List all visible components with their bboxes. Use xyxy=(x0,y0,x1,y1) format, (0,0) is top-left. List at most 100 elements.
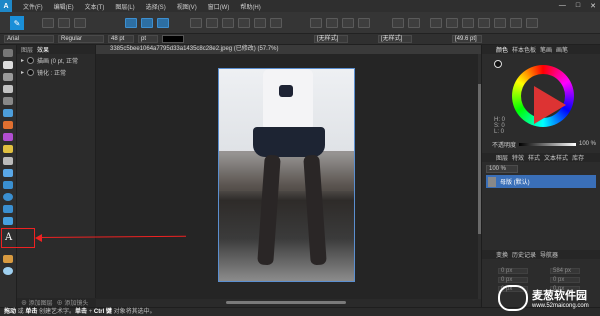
tab-stock[interactable]: 库存 xyxy=(572,153,584,162)
mask-icon[interactable] xyxy=(510,18,522,28)
menu-file[interactable]: 文件(F) xyxy=(23,2,43,11)
horizontal-scrollbar[interactable] xyxy=(96,299,481,307)
rounded-rect-tool-icon[interactable] xyxy=(3,205,13,213)
crop-tool-icon[interactable] xyxy=(3,169,13,177)
tab-styles[interactable]: 样式 xyxy=(528,153,540,162)
corner-tool-icon[interactable] xyxy=(3,73,13,81)
boolean-subtract-icon[interactable] xyxy=(326,18,338,28)
view-icon[interactable] xyxy=(58,18,70,28)
move-tool-icon[interactable] xyxy=(3,49,13,57)
tab-brushes[interactable]: 画笔 xyxy=(556,45,568,54)
tab-text-styles[interactable]: 文本样式 xyxy=(544,153,568,162)
tab-fx[interactable]: 特效 xyxy=(512,153,524,162)
node-tool-icon[interactable] xyxy=(3,61,13,69)
boolean-intersect-icon[interactable] xyxy=(342,18,354,28)
text-style-select[interactable]: [无样式] xyxy=(314,35,348,43)
leading-field[interactable]: [49.6 pt] xyxy=(452,35,482,43)
transparency-tool-icon[interactable] xyxy=(3,145,13,153)
fill-stroke-swatch[interactable] xyxy=(494,60,502,68)
status-drag: 拖动 xyxy=(4,309,17,315)
menu-select[interactable]: 选择(S) xyxy=(146,2,166,11)
snap-icon[interactable] xyxy=(157,18,169,28)
boolean-icon[interactable] xyxy=(190,18,202,28)
flip-icon[interactable] xyxy=(222,18,234,28)
menu-layer[interactable]: 图层(L) xyxy=(115,2,134,11)
font-family-select[interactable]: Arial xyxy=(4,35,54,43)
transform-w-field[interactable]: 584 px xyxy=(550,268,580,274)
add-layer-button[interactable]: ⊕ 添加图层 xyxy=(21,298,53,307)
canvas-area[interactable] xyxy=(96,54,481,307)
tab-stroke[interactable]: 笔画 xyxy=(540,45,552,54)
magnet-icon[interactable] xyxy=(408,18,420,28)
photo-bow xyxy=(279,85,293,97)
font-style-select[interactable]: Regular xyxy=(58,35,104,43)
menu-help[interactable]: 帮助(H) xyxy=(240,2,260,11)
unit-select[interactable]: pt xyxy=(138,35,158,43)
distribute-icon[interactable] xyxy=(270,18,282,28)
fill-tool-icon[interactable] xyxy=(3,121,13,129)
tab-swatches[interactable]: 样本色板 xyxy=(512,45,536,54)
boolean-add-icon[interactable] xyxy=(310,18,322,28)
tab-transform[interactable]: 变换 xyxy=(496,250,508,259)
tab-layers[interactable]: 图层 xyxy=(21,45,33,54)
add-lens-button[interactable]: ⊕ 添加镜头 xyxy=(57,298,89,307)
watermark-url: www.52maicong.com xyxy=(532,303,589,309)
snapping-icon[interactable] xyxy=(392,18,404,28)
menu-view[interactable]: 视图(V) xyxy=(177,2,197,11)
close-button[interactable]: ✕ xyxy=(590,2,596,10)
transform-x-field[interactable]: 0 px xyxy=(498,268,528,274)
hand-tool-icon[interactable] xyxy=(3,255,13,263)
menu-edit[interactable]: 编辑(E) xyxy=(54,2,74,11)
minimize-button[interactable]: — xyxy=(559,2,566,10)
fill-swatch[interactable] xyxy=(162,35,184,43)
align-icon[interactable] xyxy=(125,18,137,28)
designer-persona-icon[interactable]: ✎ xyxy=(10,16,24,30)
pixel-icon[interactable] xyxy=(494,18,506,28)
more-icon[interactable] xyxy=(526,18,538,28)
expand-icon[interactable]: ▸ xyxy=(21,57,24,64)
font-size-field[interactable]: 48 pt xyxy=(108,35,134,43)
tab-navigator[interactable]: 导航器 xyxy=(540,250,558,259)
settings-icon[interactable] xyxy=(446,18,458,28)
maximize-button[interactable]: □ xyxy=(576,2,580,10)
arrange-icon[interactable] xyxy=(141,18,153,28)
tab-history[interactable]: 历史记录 xyxy=(512,250,536,259)
shape-tool-icon[interactable] xyxy=(3,217,13,225)
document-tab[interactable]: 3385c5bee1064a7795d33a1435c8c28e2.jpeg (… xyxy=(96,45,481,54)
color-triangle[interactable] xyxy=(534,86,566,124)
pen-tool-icon[interactable] xyxy=(3,85,13,93)
paragraph-style-select[interactable]: [无样式] xyxy=(378,35,412,43)
master-page-item[interactable]: 母版 (默认) xyxy=(486,175,596,188)
grid-icon[interactable] xyxy=(42,18,54,28)
opacity-value[interactable]: 100 % xyxy=(579,141,596,147)
rectangle-tool-icon[interactable] xyxy=(3,181,13,189)
horizontal-scroll-thumb[interactable] xyxy=(226,301,346,304)
vector-brush-icon[interactable] xyxy=(3,109,13,117)
gradient-tool-icon[interactable] xyxy=(3,133,13,141)
menu-window[interactable]: 窗口(W) xyxy=(208,2,230,11)
assistant-icon[interactable] xyxy=(430,18,442,28)
expand-icon[interactable]: ▸ xyxy=(21,69,24,76)
tab-effects[interactable]: 效果 xyxy=(37,45,49,54)
opacity-slider[interactable] xyxy=(519,142,576,146)
document-photo[interactable] xyxy=(218,68,355,282)
export-icon[interactable] xyxy=(462,18,474,28)
preview-icon[interactable] xyxy=(74,18,86,28)
pages-zoom-select[interactable]: 100 % xyxy=(486,165,518,173)
ellipse-tool-icon[interactable] xyxy=(3,193,13,201)
layer-item-mirror[interactable]: ▸ 镜化 : 正常 xyxy=(17,66,95,78)
color-wheel[interactable] xyxy=(512,65,574,127)
boolean-xor-icon[interactable] xyxy=(358,18,370,28)
zoom-tool-icon[interactable] xyxy=(3,267,13,275)
menu-text[interactable]: 文本(T) xyxy=(85,2,105,11)
rotate-icon[interactable] xyxy=(238,18,250,28)
tab-layers-2[interactable]: 图层 xyxy=(496,153,508,162)
pencil-tool-icon[interactable] xyxy=(3,97,13,105)
order-icon[interactable] xyxy=(206,18,218,28)
share-icon[interactable] xyxy=(478,18,490,28)
place-tool-icon[interactable] xyxy=(3,157,13,165)
app-logo-icon[interactable]: A xyxy=(0,0,12,12)
tab-color[interactable]: 颜色 xyxy=(496,45,508,54)
layer-item-stroke[interactable]: ▸ 描画 (0 pt, 正常 xyxy=(17,54,95,66)
transform-icon[interactable] xyxy=(254,18,266,28)
